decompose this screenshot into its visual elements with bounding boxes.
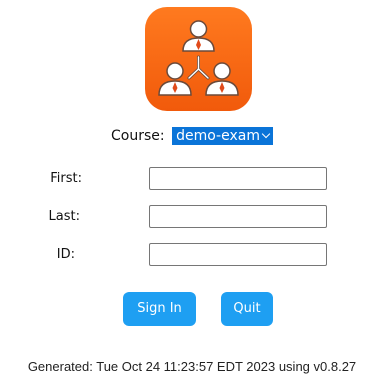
last-name-input[interactable] (149, 205, 327, 228)
course-selector-row: Course: demo-exam (0, 125, 384, 147)
app-logo (145, 7, 252, 111)
course-label: Course: (111, 128, 165, 144)
last-name-label: Last: (48, 209, 80, 224)
first-name-row: First: (0, 167, 384, 193)
first-name-label: First: (50, 171, 82, 186)
course-select[interactable]: demo-exam (172, 127, 273, 145)
first-name-input[interactable] (149, 167, 327, 190)
id-row: ID: (0, 243, 384, 269)
id-input[interactable] (149, 243, 327, 266)
org-chart-people-icon (158, 20, 239, 96)
course-select-value: demo-exam (176, 128, 260, 144)
sign-in-button[interactable]: Sign In (123, 292, 196, 326)
id-label: ID: (56, 247, 75, 262)
quit-button[interactable]: Quit (221, 292, 273, 326)
chevron-down-icon (261, 129, 271, 139)
last-name-row: Last: (0, 205, 384, 231)
generated-footer: Generated: Tue Oct 24 11:23:57 EDT 2023 … (27, 359, 357, 374)
